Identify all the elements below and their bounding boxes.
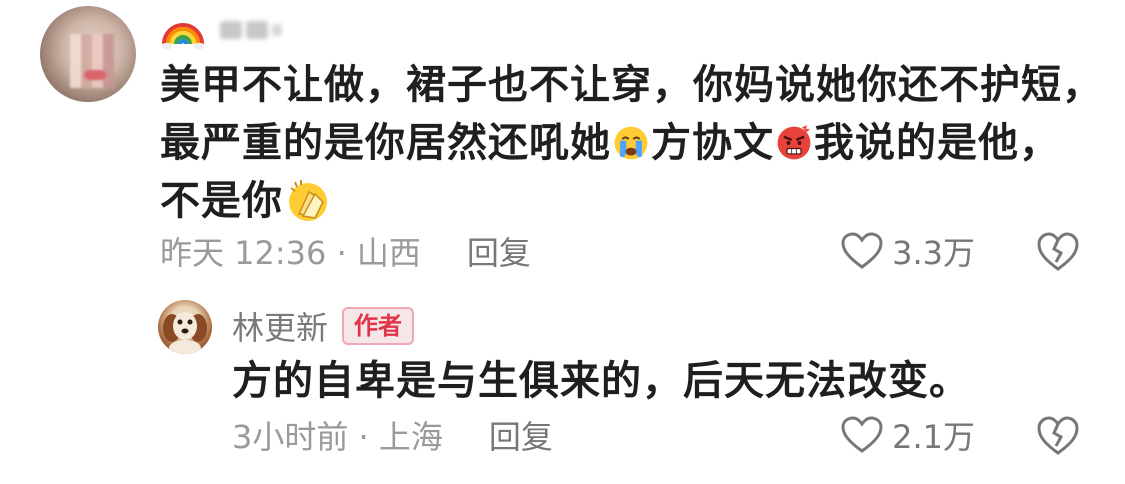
reply-reply-button[interactable]: 回复 xyxy=(489,412,553,458)
reply-button[interactable]: 回复 xyxy=(467,228,531,274)
comment-text: 美甲不让做，裙子也不让穿，你妈说她你还不护短， 最严重的是你居然还吼她 方协文 xyxy=(160,56,1102,230)
rainbow-icon xyxy=(162,23,204,49)
heart-outline-icon xyxy=(841,416,883,453)
comment-time-location: 昨天 12:36 · 山西 xyxy=(160,234,421,272)
crying-face-icon xyxy=(614,126,648,160)
broken-heart-icon[interactable] xyxy=(1035,229,1081,273)
comment-meta: 昨天 12:36 · 山西 回复 xyxy=(160,226,531,276)
comment-text-segment: 方协文 xyxy=(651,120,774,166)
comment-line-3: 不是你 xyxy=(160,172,1060,230)
reply-avatar[interactable] xyxy=(158,300,212,354)
reply-username[interactable]: 林更新 xyxy=(232,303,328,349)
reply-text: 方的自卑是与生俱来的，后天无法改变。 xyxy=(232,358,970,404)
reply-like-button[interactable]: 2.1万 xyxy=(840,410,975,460)
comment-text-segment: 美甲不让做，裙子也不让穿，你妈说她你还不护短， xyxy=(160,62,1103,108)
comment-text-segment: 不是你 xyxy=(160,178,283,224)
broken-heart-icon[interactable] xyxy=(1035,413,1081,457)
author-badge: 作者 xyxy=(342,307,415,345)
avatar[interactable] xyxy=(40,6,136,102)
dog-avatar-icon xyxy=(163,312,207,354)
reply-time-location: 3小时前 · 上海 xyxy=(232,418,443,456)
comment-user-row[interactable] xyxy=(160,8,282,52)
reply-meta: 3小时前 · 上海 回复 xyxy=(232,410,553,460)
comment-text-segment: 最严重的是你居然还吼她 xyxy=(160,120,611,166)
angry-face-icon xyxy=(777,125,811,160)
clapping-hands-icon xyxy=(289,180,327,221)
comment-line-1: 美甲不让做，裙子也不让穿，你妈说她你还不护短， xyxy=(160,56,1102,114)
like-count: 3.3万 xyxy=(892,234,975,272)
username-redacted xyxy=(220,21,282,39)
heart-outline-icon xyxy=(841,232,883,269)
comment-line-2: 最严重的是你居然还吼她 方协文 我说的是他， xyxy=(160,114,1060,172)
reply-like-count: 2.1万 xyxy=(892,418,975,456)
comment-text-segment: 我说的是他， xyxy=(814,120,1060,166)
reply-user-row[interactable]: 林更新 作者 xyxy=(232,303,415,349)
avatar-detail xyxy=(84,70,106,80)
like-button[interactable]: 3.3万 xyxy=(840,226,975,276)
